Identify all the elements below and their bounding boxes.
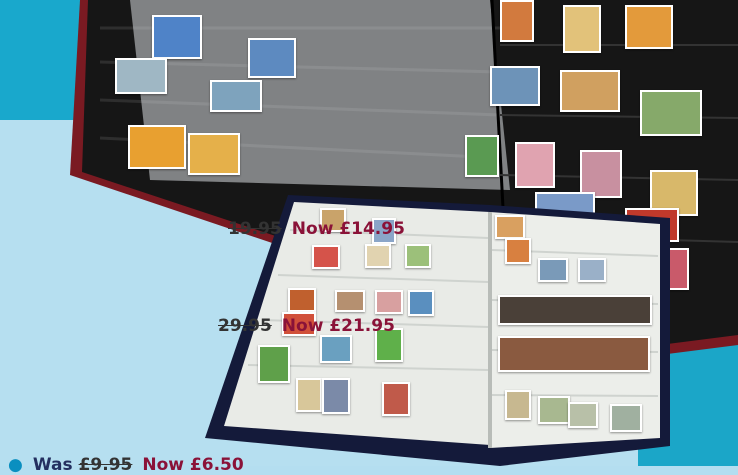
stamp <box>500 0 534 42</box>
stamp <box>320 335 352 363</box>
stamp <box>563 5 601 53</box>
stamp <box>498 295 652 325</box>
was-price: 19.95 <box>228 219 282 239</box>
stamp <box>408 290 434 316</box>
stamp <box>335 290 365 312</box>
price-line-1: 19.95 Now £14.95 <box>228 219 405 239</box>
stamp <box>490 66 540 106</box>
now-price: Now £6.50 <box>142 455 244 475</box>
price-line-2: 29.95 Now £21.95 <box>218 316 395 336</box>
stamp <box>640 90 702 136</box>
stamp <box>296 378 322 412</box>
stamp <box>610 404 642 432</box>
stamp <box>258 345 290 383</box>
price-line-3: ● Was £9.95 Now £6.50 <box>8 455 244 475</box>
stamp <box>498 336 650 372</box>
was-price: 29.95 <box>218 316 272 336</box>
stamp <box>188 133 240 175</box>
stamp <box>495 215 525 239</box>
now-price: Now £14.95 <box>291 219 405 239</box>
stamp <box>560 70 620 112</box>
stamp <box>128 125 186 169</box>
stamp <box>365 244 391 268</box>
stamp <box>115 58 167 94</box>
stamp <box>465 135 499 177</box>
stamp <box>515 142 555 188</box>
stamp <box>578 258 606 282</box>
stamp <box>375 290 403 314</box>
stamp <box>322 378 350 414</box>
stamp <box>568 402 598 428</box>
now-price: Now £21.95 <box>281 316 395 336</box>
stamp <box>248 38 296 78</box>
stamp <box>152 15 202 59</box>
was-label: Was <box>32 455 73 475</box>
stamp <box>538 258 568 282</box>
stamp <box>312 245 340 269</box>
bullet-icon: ● <box>8 455 23 475</box>
stamp <box>538 396 570 424</box>
stamp <box>505 390 531 420</box>
stamp <box>288 288 316 312</box>
stamp <box>382 382 410 416</box>
stamp <box>625 5 673 49</box>
stamp <box>210 80 262 112</box>
stamp <box>505 238 531 264</box>
stamp <box>405 244 431 268</box>
was-price: £9.95 <box>78 455 133 475</box>
